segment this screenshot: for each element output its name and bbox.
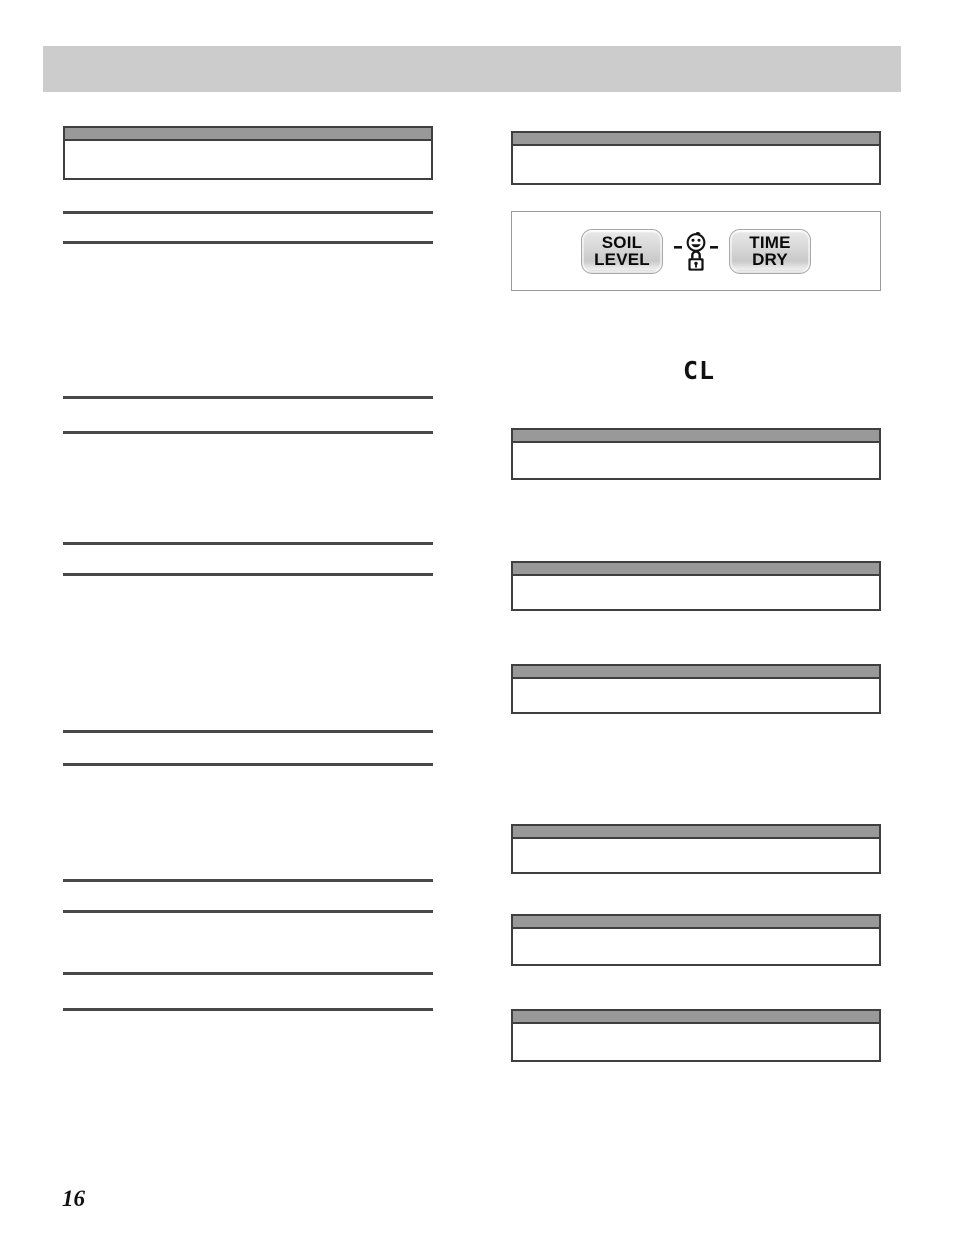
left-rule-12	[63, 1008, 433, 1011]
right-section-box-2-body	[513, 443, 879, 465]
left-rule-5	[63, 542, 433, 545]
child-lock-icon	[674, 228, 718, 274]
left-rule-6	[63, 573, 433, 576]
left-rule-10	[63, 910, 433, 913]
right-section-box-1-cap	[513, 133, 879, 146]
time-dry-button-line2: DRY	[752, 250, 788, 269]
right-section-box-5-cap	[513, 826, 879, 839]
right-section-box-3	[511, 561, 881, 611]
right-section-box-4	[511, 664, 881, 714]
manual-page: SOIL LEVEL TIME DRY CL 16	[0, 0, 954, 1243]
left-rule-7	[63, 730, 433, 733]
segment-display-cl: CL	[683, 356, 716, 385]
page-header-band	[43, 46, 901, 92]
left-rule-11	[63, 972, 433, 975]
right-section-box-4-body	[513, 679, 879, 701]
right-section-box-6-body	[513, 929, 879, 951]
left-rule-9	[63, 879, 433, 882]
right-section-box-3-body	[513, 576, 879, 598]
right-section-box-1	[511, 131, 881, 185]
left-section-box-1-body	[65, 141, 431, 163]
right-section-box-5	[511, 824, 881, 874]
right-section-box-6	[511, 914, 881, 966]
left-section-box-1-cap	[65, 128, 431, 141]
control-panel-illustration: SOIL LEVEL TIME DRY	[511, 211, 881, 291]
left-section-box-1	[63, 126, 433, 180]
left-rule-3	[63, 396, 433, 399]
left-rule-4	[63, 431, 433, 434]
right-section-box-4-cap	[513, 666, 879, 679]
right-section-box-7-body	[513, 1024, 879, 1046]
right-section-box-2	[511, 428, 881, 480]
soil-level-button-line1: SOIL	[601, 232, 643, 252]
time-dry-button-line1: TIME	[749, 232, 791, 252]
right-section-box-7	[511, 1009, 881, 1062]
right-section-box-6-cap	[513, 916, 879, 929]
control-panel-row: SOIL LEVEL TIME DRY	[512, 212, 880, 290]
time-dry-button[interactable]: TIME DRY	[729, 228, 811, 274]
right-section-box-2-cap	[513, 430, 879, 443]
left-rule-1	[63, 211, 433, 214]
page-number: 16	[62, 1186, 85, 1211]
left-rule-8	[63, 763, 433, 766]
right-section-box-7-cap	[513, 1011, 879, 1024]
right-section-box-5-body	[513, 839, 879, 861]
soil-level-button-line2: LEVEL	[594, 250, 650, 269]
right-section-box-3-cap	[513, 563, 879, 576]
right-section-box-1-body	[513, 146, 879, 168]
soil-level-button[interactable]: SOIL LEVEL	[581, 228, 663, 274]
left-rule-2	[63, 241, 433, 244]
